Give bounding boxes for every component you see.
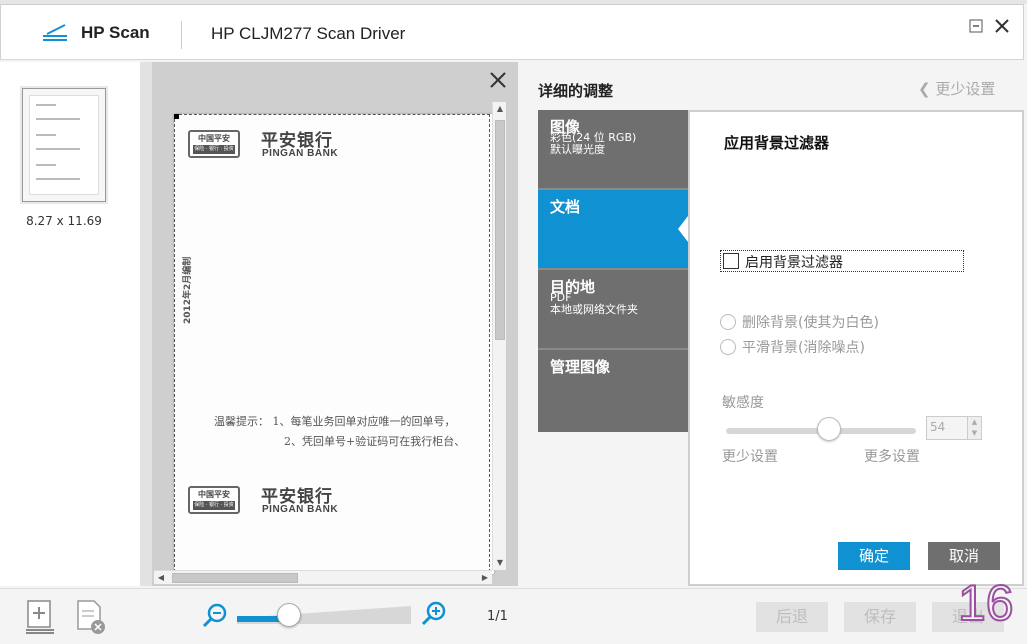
notice-line-1: 温馨提示： 1、每笔业务回单对应唯一的回单号，: [214, 415, 456, 428]
zoom-in-icon: [421, 601, 446, 626]
slider-more-label: 更多设置: [864, 449, 920, 465]
add-page-button[interactable]: [24, 599, 58, 635]
horizontal-scrollbar[interactable]: ◀ ▶: [154, 570, 492, 584]
minimize-button[interactable]: [967, 17, 985, 35]
cancel-button[interactable]: 取消: [928, 542, 1000, 570]
zoom-slider-knob[interactable]: [277, 603, 302, 627]
category-list: 图像 彩色(24 位 RGB) 默认曝光度 文档 目的地 PDF 本地或网络文件…: [538, 110, 688, 432]
checkbox-box[interactable]: [723, 253, 739, 269]
category-sub-2: 默认曝光度: [550, 143, 605, 156]
page-thumbnail[interactable]: [22, 88, 106, 202]
bank-logo: 中国平安 保险 · 银行 · 投资: [188, 130, 240, 158]
detail-title: 应用背景过滤器: [724, 134, 830, 152]
less-settings-link[interactable]: ❮ 更少设置: [918, 78, 995, 99]
zoom-out-button[interactable]: [202, 603, 228, 629]
scroll-up-icon[interactable]: ▲: [493, 102, 507, 116]
checkbox-label: 启用背景过滤器: [745, 255, 843, 271]
page-size-label: 8.27 x 11.69: [26, 214, 102, 228]
category-destination[interactable]: 目的地 PDF 本地或网络文件夹: [538, 270, 688, 350]
bank-header-2: 中国平安 保险 · 银行 · 投资 平安银行 PINGAN BANK: [188, 482, 488, 522]
title-divider: [181, 21, 182, 49]
logo-subtext: 保险 · 银行 · 投资: [193, 145, 235, 154]
title-bar: HP Scan HP CLJM277 Scan Driver: [0, 4, 1024, 60]
crop-handle[interactable]: [174, 114, 179, 119]
radio-label: 平滑背景(消除噪点): [742, 340, 865, 356]
app-name: HP Scan: [81, 23, 150, 42]
category-subtitle: 彩色(24 位 RGB) 默认曝光度: [550, 132, 636, 156]
logo-text-2: 中国平安: [198, 490, 230, 499]
logo-text: 中国平安: [198, 134, 230, 143]
scroll-left-icon[interactable]: ◀: [154, 571, 168, 585]
add-page-icon: [26, 600, 54, 634]
spin-up-icon[interactable]: ▲: [967, 417, 981, 428]
vertical-scroll-thumb[interactable]: [495, 120, 505, 340]
bottom-toolbar: 1/1 后退 保存 退出: [0, 588, 1027, 644]
category-document[interactable]: 文档: [538, 190, 688, 270]
logo-subtext-2: 保险 · 银行 · 投资: [193, 501, 235, 510]
detail-pane: 应用背景过滤器 启用背景过滤器 删除背景(使其为白色) 平滑背景(消除噪点) 敏…: [688, 110, 1024, 586]
less-settings-label: 更少设置: [935, 80, 996, 98]
sensitivity-slider-knob[interactable]: [816, 417, 841, 441]
sensitivity-value: 54: [930, 420, 946, 434]
category-title: 文档: [550, 198, 581, 216]
category-sub-2: 本地或网络文件夹: [550, 303, 638, 316]
category-subtitle: PDF 本地或网络文件夹: [550, 292, 638, 316]
delete-page-icon: [77, 600, 105, 634]
spin-down-icon[interactable]: ▼: [967, 428, 981, 439]
scanner-driver-name: HP CLJM277 Scan Driver: [211, 24, 406, 43]
category-title: 管理图像: [550, 358, 611, 376]
horizontal-scroll-thumb[interactable]: [172, 573, 298, 583]
zoom-out-icon: [202, 603, 227, 628]
page-count: 1/1: [487, 609, 508, 624]
scroll-down-icon[interactable]: ▼: [493, 556, 507, 570]
slider-less-label: 更少设置: [722, 449, 778, 465]
zoom-in-button[interactable]: [421, 601, 447, 627]
vertical-scrollbar[interactable]: ▲ ▼: [492, 102, 506, 570]
radio-label: 删除背景(使其为白色): [742, 315, 879, 331]
radio-circle[interactable]: [720, 314, 736, 330]
close-icon: [995, 19, 1009, 33]
hp-scan-window: HP Scan HP CLJM277 Scan Driver 8.27 x 11…: [0, 0, 1027, 644]
delete-page-button[interactable]: [74, 599, 108, 635]
scan-preview: 中国平安 保险 · 银行 · 投资 平安银行 PINGAN BANK 2012年…: [140, 62, 518, 586]
sensitivity-label: 敏感度: [722, 395, 764, 411]
zoom-slider-track[interactable]: [237, 606, 411, 624]
vertical-note: 2012年2月编制: [183, 256, 193, 324]
bank-name-en: PINGAN BANK: [262, 148, 339, 159]
sensitivity-spinbox[interactable]: 54 ▲ ▼: [926, 416, 982, 440]
close-button[interactable]: [993, 17, 1011, 35]
enable-background-filter-checkbox[interactable]: 启用背景过滤器: [720, 250, 964, 272]
close-preview-button[interactable]: [486, 68, 510, 92]
thumbnail-page: [29, 95, 99, 195]
panel-title: 详细的调整: [538, 82, 614, 100]
bank-header: 中国平安 保险 · 银行 · 投资 平安银行 PINGAN BANK: [188, 126, 488, 166]
back-button[interactable]: 后退: [756, 602, 828, 632]
close-icon: [490, 72, 506, 88]
category-image[interactable]: 图像 彩色(24 位 RGB) 默认曝光度: [538, 110, 688, 190]
active-category-pointer: [678, 216, 688, 242]
overlay-number: 16: [957, 575, 1015, 631]
settings-panel: 详细的调整 ❮ 更少设置 图像 彩色(24 位 RGB) 默认曝光度 文档 目的…: [518, 62, 1024, 586]
ok-button[interactable]: 确定: [838, 542, 910, 570]
bank-logo-2: 中国平安 保险 · 银行 · 投资: [188, 486, 240, 514]
scanned-document: 中国平安 保险 · 银行 · 投资 平安银行 PINGAN BANK 2012年…: [174, 114, 494, 574]
save-button[interactable]: 保存: [844, 602, 916, 632]
bank-name-en-2: PINGAN BANK: [262, 504, 339, 515]
scroll-right-icon[interactable]: ▶: [478, 571, 492, 585]
preview-margin: [140, 62, 152, 586]
notice-text: 温馨提示： 1、每笔业务回单对应唯一的回单号， 2、凭回单号+验证码可在我行柜台…: [214, 412, 494, 452]
minimize-icon: [969, 19, 983, 33]
chevron-left-icon: ❮: [918, 80, 931, 98]
thumbnail-panel: 8.27 x 11.69: [0, 62, 140, 586]
radio-circle[interactable]: [720, 339, 736, 355]
notice-line-2: 2、凭回单号+验证码可在我行柜台、: [284, 435, 466, 448]
category-manage-images[interactable]: 管理图像: [538, 350, 688, 430]
scanner-icon: [43, 24, 67, 41]
